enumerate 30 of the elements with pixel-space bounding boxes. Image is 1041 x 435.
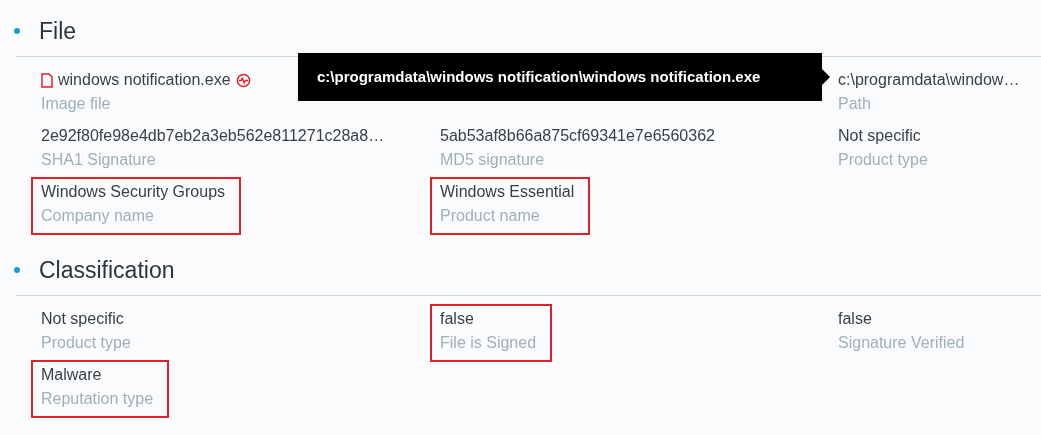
field-value: Not specific [838,126,921,146]
section-title: File [39,16,77,46]
field-label: Product type [41,333,131,353]
section-title: Classification [39,255,175,285]
field-label: Signature Verified [838,333,965,353]
field-value: 2e92f80fe98e4db7eb2a3eb562e811271c28a8… [41,126,385,146]
bullet-icon [14,28,20,34]
field-value: Malware [41,365,102,385]
field-value: Windows Security Groups [41,182,226,202]
field-label: File is Signed [440,333,537,353]
field-value: 5ab53af8b66a875cf69341e7e6560362 [440,126,715,146]
field-value: c:\programdata\window… [838,70,1020,90]
field-label: MD5 signature [440,150,546,170]
field-value: Windows Essential [440,182,575,202]
document-icon [41,72,53,88]
field-value: windows notification.exe [58,70,231,90]
field-label: Product name [440,206,541,226]
field-label: Path [838,94,872,114]
field-label: SHA1 Signature [41,150,157,170]
field-value: false [838,309,872,329]
field-label: Company name [41,206,155,226]
tooltip: c:\programdata\windows notification\windows notification.exe [298,53,822,101]
bullet-icon [14,267,20,273]
field-label: Reputation type [41,389,154,409]
field-value: false [440,309,474,329]
tooltip-pointer-icon [822,69,830,85]
field-value: Not specific [41,309,124,329]
activity-icon [235,72,251,88]
field-label: Image file [41,94,112,114]
field-label: Product type [838,150,928,170]
